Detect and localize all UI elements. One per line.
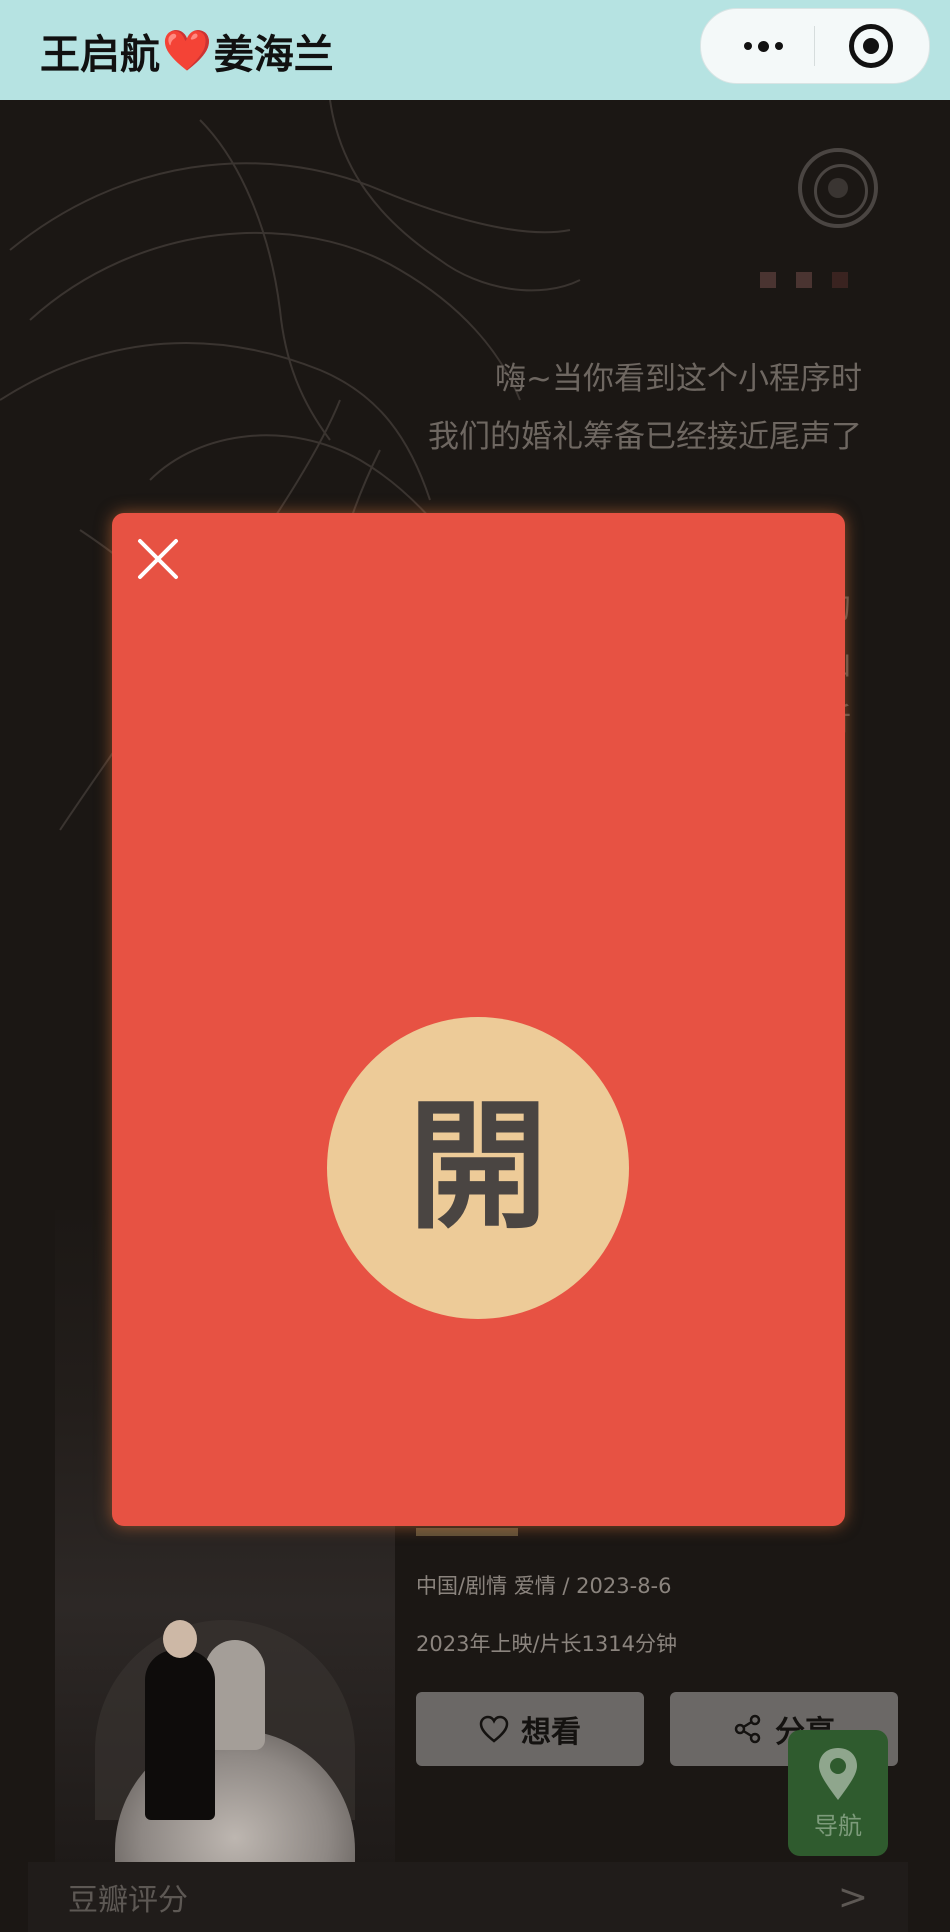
location-pin-icon <box>819 1747 857 1800</box>
movie-meta-release: 2023年上映/片长1314分钟 <box>416 1632 677 1656</box>
heart-outline-icon <box>479 1715 509 1743</box>
heart-icon: ❤️ <box>162 28 212 74</box>
title-left: 王启航 <box>40 32 160 78</box>
capsule-divider <box>814 26 815 66</box>
page-title: 王启航 ❤️ 姜海兰 <box>40 22 334 80</box>
rating-bar <box>416 1528 518 1536</box>
close-icon[interactable] <box>134 535 182 583</box>
navigation-button[interactable]: 导航 <box>788 1730 888 1856</box>
carousel-dots <box>760 272 848 288</box>
navigation-label: 导航 <box>814 1811 862 1840</box>
poster-groom <box>145 1620 215 1820</box>
more-icon[interactable] <box>731 29 795 63</box>
douban-rating-row[interactable]: 豆瓣评分 > <box>28 1862 908 1932</box>
carousel-dot <box>760 272 776 288</box>
share-icon <box>734 1714 761 1744</box>
mini-program-capsule <box>700 8 930 84</box>
close-program-icon[interactable] <box>849 24 893 68</box>
carousel-dot <box>832 272 848 288</box>
title-right: 姜海兰 <box>213 32 334 78</box>
intro-line-1: 嗨~当你看到这个小程序时 <box>495 361 862 397</box>
red-envelope-modal: 開 <box>112 513 845 1526</box>
top-bar: 王启航 ❤️ 姜海兰 <box>0 0 950 100</box>
intro-line-2: 我们的婚礼筹备已经接近尾声了 <box>428 419 862 455</box>
intro-text: 嗨~当你看到这个小程序时 我们的婚礼筹备已经接近尾声了 <box>428 350 862 466</box>
carousel-dot <box>796 272 812 288</box>
movie-meta-genre: 中国/剧情 爱情 / 2023-8-6 <box>416 1574 672 1598</box>
open-label: 開 <box>407 1086 548 1249</box>
chevron-right-icon: > <box>837 1876 868 1918</box>
open-envelope-button[interactable]: 開 <box>327 1017 629 1319</box>
rating-label: 豆瓣评分 <box>68 1883 188 1918</box>
want-label: 想看 <box>521 1715 581 1750</box>
want-to-watch-button[interactable]: 想看 <box>416 1692 644 1766</box>
music-disc-icon[interactable] <box>798 148 878 228</box>
